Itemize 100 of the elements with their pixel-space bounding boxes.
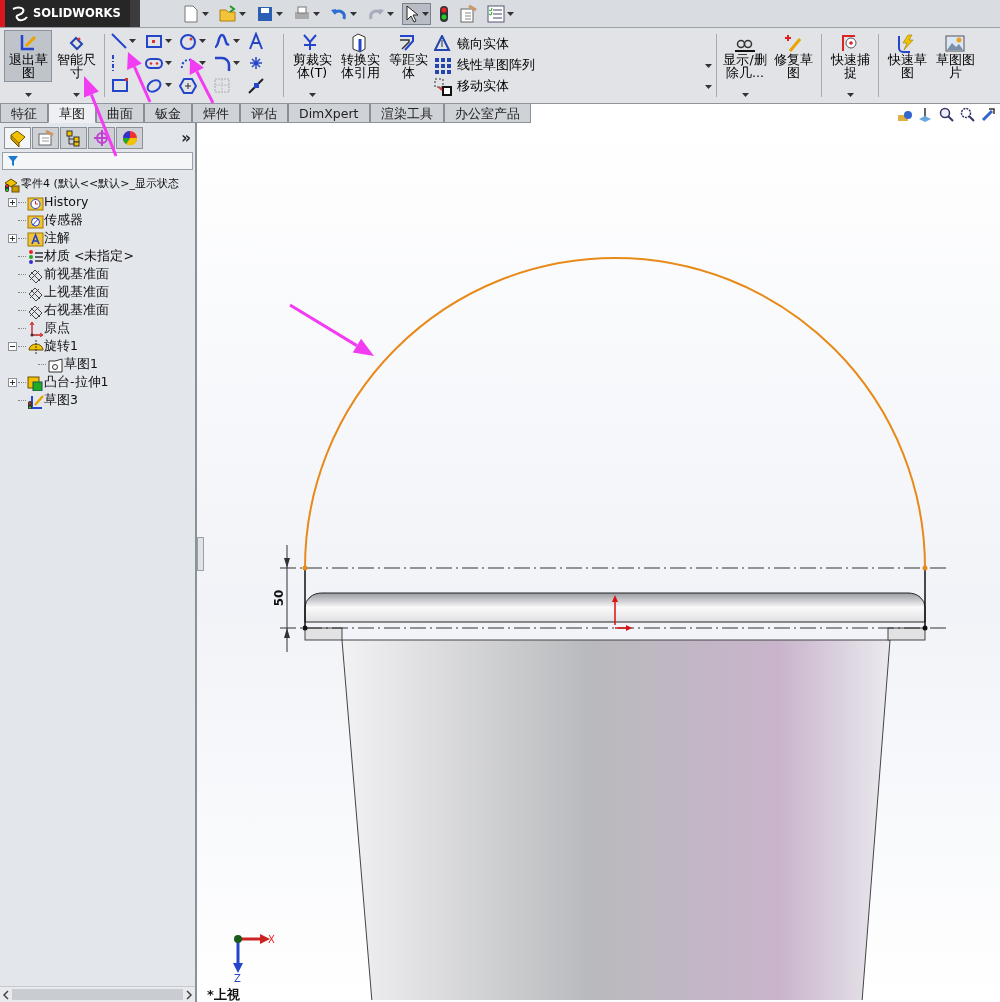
tree-item-icon [27, 338, 44, 355]
display-tool-button[interactable]: 修复草图 [769, 30, 817, 83]
tab[interactable]: 钣金 [144, 104, 192, 123]
entity-tool-button[interactable]: 转换实体引用 [336, 30, 384, 83]
grid-pattern-icon [434, 56, 452, 75]
tab[interactable]: 办公室产品 [443, 104, 531, 123]
exit-sketch-button[interactable]: 退出草图 [4, 30, 52, 83]
tree-item[interactable]: 注解 [44, 229, 70, 248]
tab[interactable]: 特征 [0, 104, 48, 123]
zoom-fit-icon[interactable] [939, 107, 954, 122]
caret-icon [165, 61, 172, 65]
text-icon [247, 32, 265, 50]
corner-rectangle-icon [111, 76, 129, 94]
caret-icon [165, 39, 172, 43]
caret-icon[interactable] [705, 84, 712, 89]
checklist-icon [487, 4, 505, 23]
picture-icon [944, 33, 966, 53]
tree-item[interactable]: 旋转1 [44, 337, 78, 356]
panel-tab[interactable] [60, 127, 87, 150]
tab[interactable]: DimXpert [288, 104, 370, 123]
scroll-left-icon[interactable] [0, 988, 12, 1001]
quick-snap-button[interactable]: 快速捕捉 [826, 30, 874, 83]
more-tabs-button[interactable]: » [181, 127, 191, 150]
tree-item[interactable]: 原点 [44, 319, 70, 338]
list-tool-button[interactable]: 镜向实体 [432, 34, 511, 55]
panel-tab[interactable] [4, 127, 31, 150]
tab[interactable]: 焊件 [192, 104, 240, 123]
caret-icon [129, 39, 136, 43]
caret-icon[interactable] [24, 93, 32, 97]
tree-item[interactable]: 右视基准面 [44, 301, 109, 320]
tree-item-icon [4, 176, 21, 193]
tree-item[interactable]: 材质 <未指定> [44, 247, 134, 266]
zoom-area-icon[interactable] [960, 107, 975, 122]
caret-icon [350, 11, 357, 16]
list-tool-button[interactable]: 移动实体 [432, 76, 511, 97]
new-document-icon [182, 4, 200, 23]
panel-tab[interactable] [32, 127, 59, 150]
scrollbar-thumb[interactable] [12, 989, 183, 1000]
caret-icon[interactable] [705, 63, 712, 68]
origin-marker [612, 595, 632, 631]
filter-icon [7, 154, 19, 167]
expand-toggle[interactable] [8, 198, 17, 207]
tree-item[interactable]: 草图3 [44, 391, 78, 410]
annotation-arrow [127, 52, 152, 103]
previous-view-icon[interactable] [981, 107, 996, 122]
expand-toggle[interactable] [8, 378, 17, 387]
pencil-plus-icon [782, 33, 804, 53]
list-tool-button[interactable]: 线性草图阵列 [432, 55, 537, 76]
caret-icon [233, 39, 240, 43]
ellipse-icon [145, 76, 163, 94]
display-tool-button[interactable]: 显示/删除几... [721, 30, 769, 83]
tree-item[interactable]: 零件4 (默认<<默认>_显示状态 [21, 176, 179, 193]
select-button[interactable] [402, 2, 431, 25]
caret-icon [165, 83, 172, 87]
options-button[interactable] [457, 2, 479, 25]
caret-icon[interactable] [72, 93, 80, 97]
grid-icon [213, 76, 231, 94]
tree-item[interactable]: History [44, 193, 89, 212]
tree-item[interactable]: 传感器 [44, 211, 83, 230]
point-icon [247, 54, 265, 72]
filter-field[interactable] [2, 151, 193, 170]
expand-toggle[interactable] [8, 234, 17, 243]
expand-toggle[interactable] [8, 342, 17, 351]
tree-item-icon [27, 194, 44, 211]
dimension-value[interactable]: 50 [272, 589, 286, 607]
caret-icon [507, 11, 514, 16]
polygon-icon [179, 76, 197, 94]
property-icon [36, 129, 55, 148]
list-button[interactable] [485, 2, 516, 25]
circle-icon [179, 32, 197, 50]
tree-item[interactable]: 前视基准面 [44, 265, 109, 284]
entity-tool-button[interactable]: 等距实体 [384, 30, 432, 83]
entity-tool-button[interactable]: 剪裁实体(T) [288, 30, 336, 83]
caret-icon[interactable] [846, 93, 854, 97]
tab[interactable]: 草图 [48, 104, 96, 123]
normal-to-icon[interactable] [918, 107, 933, 122]
tab[interactable]: 渲染工具 [369, 104, 444, 123]
smart-dimension-button[interactable]: 智能尺寸 [52, 30, 100, 83]
tree-item[interactable]: 上视基准面 [44, 283, 109, 302]
tree-item[interactable]: 凸台-拉伸1 [44, 373, 109, 392]
panel-tab[interactable] [116, 127, 143, 150]
tab[interactable]: 曲面 [96, 104, 144, 123]
save-icon [256, 4, 274, 23]
caret-icon[interactable] [308, 93, 316, 97]
tab[interactable]: 评估 [240, 104, 288, 123]
axis-label: Z [234, 973, 241, 984]
sketch-tool-button[interactable]: 快速草图 [883, 30, 931, 83]
crosshair-icon [92, 129, 111, 148]
folder-button[interactable] [217, 2, 248, 25]
scroll-right-icon[interactable] [183, 988, 195, 1001]
tree-item[interactable]: 草图1 [64, 355, 98, 374]
sketch-tool-button[interactable]: 草图图片 [931, 30, 979, 83]
tree-item-icon [47, 356, 64, 373]
caret-icon [387, 11, 394, 16]
tree-item-icon [27, 320, 44, 337]
view-label: *上視 [207, 988, 240, 1001]
traffic-light-icon [439, 4, 449, 23]
logo-icon [11, 5, 29, 22]
caret-icon [239, 11, 246, 16]
caret-icon[interactable] [741, 93, 749, 97]
